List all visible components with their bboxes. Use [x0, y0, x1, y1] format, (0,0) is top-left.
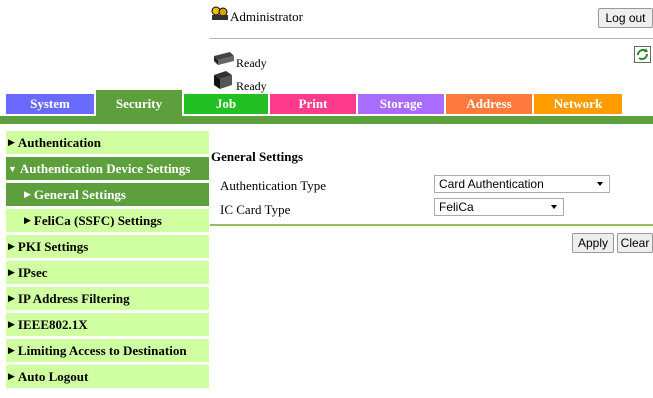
tab-system[interactable]: System [6, 94, 94, 114]
tab-security[interactable]: Security [96, 90, 182, 117]
ic-card-type-label: IC Card Type [220, 202, 291, 217]
tab-address[interactable]: Address [446, 94, 532, 114]
triangle-right-icon: ▶ [8, 267, 15, 277]
sidebar-item-authentication-device-settings[interactable]: ▼ Authentication Device Settings [6, 157, 209, 180]
sidebar-item-label: Authentication [17, 134, 101, 150]
user-name: Administrator [230, 9, 303, 24]
logout-button[interactable]: Log out [598, 8, 653, 28]
scanner-icon [214, 71, 232, 89]
sidebar-item-label: IPsec [17, 264, 48, 280]
sidebar-item-ip-address-filtering[interactable]: ▶ IP Address Filtering [6, 287, 209, 310]
auth-type-value: Card Authentication [439, 177, 544, 191]
sidebar-item-ipsec[interactable]: ▶ IPsec [6, 261, 209, 284]
chevron-down-icon [551, 205, 557, 209]
sidebar-item-label: Limiting Access to Destination [17, 342, 187, 358]
triangle-right-icon: ▶ [8, 137, 15, 147]
sidebar-item-label: General Settings [33, 186, 126, 202]
refresh-icon[interactable] [634, 46, 651, 63]
sidebar-item-felica-settings[interactable]: ▶ FeliCa (SSFC) Settings [6, 209, 209, 232]
tab-print[interactable]: Print [270, 94, 356, 114]
triangle-right-icon: ▶ [8, 371, 15, 381]
ic-card-type-value: FeliCa [439, 200, 474, 214]
chevron-down-icon [597, 182, 603, 186]
scanner-status: Ready [236, 79, 267, 93]
sidebar-item-authentication[interactable]: ▶ Authentication [6, 131, 209, 154]
printer-status: Ready [236, 56, 267, 70]
apply-button[interactable]: Apply [572, 233, 614, 253]
sidebar-item-auto-logout[interactable]: ▶ Auto Logout [6, 365, 209, 388]
printer-icon [214, 52, 234, 65]
sidebar-item-pki-settings[interactable]: ▶ PKI Settings [6, 235, 209, 258]
auth-type-label: Authentication Type [220, 178, 327, 193]
triangle-down-icon: ▼ [8, 163, 17, 174]
tab-bar-underline [0, 116, 653, 124]
sidebar-item-label: IEEE802.1X [17, 316, 88, 332]
tab-storage[interactable]: Storage [358, 94, 444, 114]
triangle-right-icon: ▶ [8, 319, 15, 329]
administrator-icon [211, 6, 228, 20]
triangle-right-icon: ▶ [8, 241, 15, 251]
tab-job[interactable]: Job [184, 94, 268, 114]
sidebar-item-label: FeliCa (SSFC) Settings [33, 212, 162, 228]
ic-card-type-select[interactable]: FeliCa [434, 198, 564, 216]
sidebar-item-general-settings[interactable]: ▶ General Settings [6, 183, 209, 206]
tab-network[interactable]: Network [534, 94, 622, 114]
sidebar-item-label: Auto Logout [17, 368, 89, 384]
sidebar-item-label: Authentication Device Settings [19, 160, 191, 176]
triangle-right-icon: ▶ [24, 215, 31, 225]
triangle-right-icon: ▶ [24, 189, 31, 199]
triangle-right-icon: ▶ [8, 345, 15, 355]
sidebar-item-limiting-access[interactable]: ▶ Limiting Access to Destination [6, 339, 209, 362]
triangle-right-icon: ▶ [8, 293, 15, 303]
auth-type-select[interactable]: Card Authentication [434, 175, 610, 193]
sidebar-item-ieee8021x[interactable]: ▶ IEEE802.1X [6, 313, 209, 336]
content-divider [210, 224, 653, 226]
section-title: General Settings [211, 149, 304, 164]
sidebar-item-label: PKI Settings [17, 238, 89, 254]
sidebar-item-label: IP Address Filtering [17, 290, 130, 306]
header-divider [210, 38, 653, 39]
clear-button[interactable]: Clear [617, 233, 653, 253]
